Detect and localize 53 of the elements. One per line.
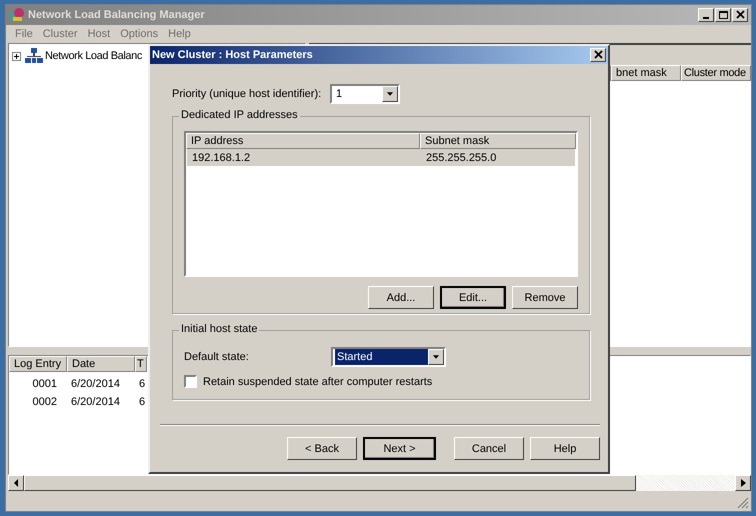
right-arrow-icon <box>740 479 746 487</box>
close-icon <box>734 10 746 20</box>
maximize-icon <box>718 10 728 20</box>
back-button[interactable]: < Back <box>287 437 357 460</box>
column-header[interactable]: Log Entry <box>9 356 67 372</box>
close-button[interactable] <box>590 48 606 62</box>
maximize-button[interactable] <box>715 8 731 22</box>
priority-dropdown[interactable]: 1 <box>330 84 400 104</box>
caret-icon <box>428 349 444 365</box>
table-cell-text: 0001 <box>32 378 58 390</box>
cancel-button[interactable]: Cancel <box>454 437 524 460</box>
group-label: Initial host state <box>179 323 260 335</box>
minimize-button[interactable] <box>698 8 714 22</box>
table-cell-text: 6/20/2014 <box>70 378 121 390</box>
table-cell-text: 6/20/2014 <box>70 396 121 408</box>
next-button[interactable]: Next > <box>363 437 436 460</box>
column-header[interactable]: bnet mask <box>611 65 681 81</box>
table-cell-text: 6 <box>138 396 146 408</box>
checkbox-label: Retain suspended state after computer restarts <box>203 376 432 388</box>
close-button[interactable] <box>732 8 748 22</box>
table-row[interactable]: 192.168.1.2 255.255.255.0 <box>187 149 575 166</box>
minimize-icon <box>703 17 709 19</box>
table-cell-text: 255.255.255.0 <box>425 152 498 164</box>
column-header[interactable]: Subnet mask <box>420 133 576 149</box>
table-cell-text: 0002 <box>32 396 58 408</box>
field-label: Default state: <box>184 351 250 363</box>
caret-icon <box>382 86 398 102</box>
column-header[interactable]: Date <box>67 356 135 372</box>
add-button[interactable]: Add... <box>368 286 434 309</box>
group-label: Dedicated IP addresses <box>179 109 300 121</box>
app-icon <box>9 7 25 23</box>
field-label: Priority (unique host identifier): <box>172 88 322 100</box>
window-title: Network Load Balancing Manager <box>28 9 206 21</box>
expand-icon[interactable] <box>12 52 21 60</box>
resize-grip-icon <box>737 497 749 509</box>
close-icon <box>592 50 604 60</box>
column-header[interactable]: T <box>135 356 147 372</box>
network-icon <box>25 48 43 64</box>
edit-button[interactable]: Edit... <box>440 286 506 309</box>
remove-button[interactable]: Remove <box>512 286 578 309</box>
tree-item[interactable]: Network Load Balanc <box>45 50 142 62</box>
state-dropdown[interactable]: Started <box>331 347 446 367</box>
table-cell-text: 192.168.1.2 <box>191 152 252 164</box>
scroll-left-button[interactable] <box>8 475 24 491</box>
scrollbar-thumb[interactable] <box>24 475 636 491</box>
scroll-right-button[interactable] <box>735 475 751 491</box>
table-cell-text: 6 <box>138 378 146 390</box>
left-arrow-icon <box>14 479 18 487</box>
checkbox[interactable] <box>184 375 197 388</box>
column-header[interactable]: Cluster mode <box>681 65 751 81</box>
dialog-title: New Cluster : Host Parameters <box>152 49 314 61</box>
column-header[interactable]: IP address <box>186 133 420 149</box>
help-button[interactable]: Help <box>530 437 600 460</box>
